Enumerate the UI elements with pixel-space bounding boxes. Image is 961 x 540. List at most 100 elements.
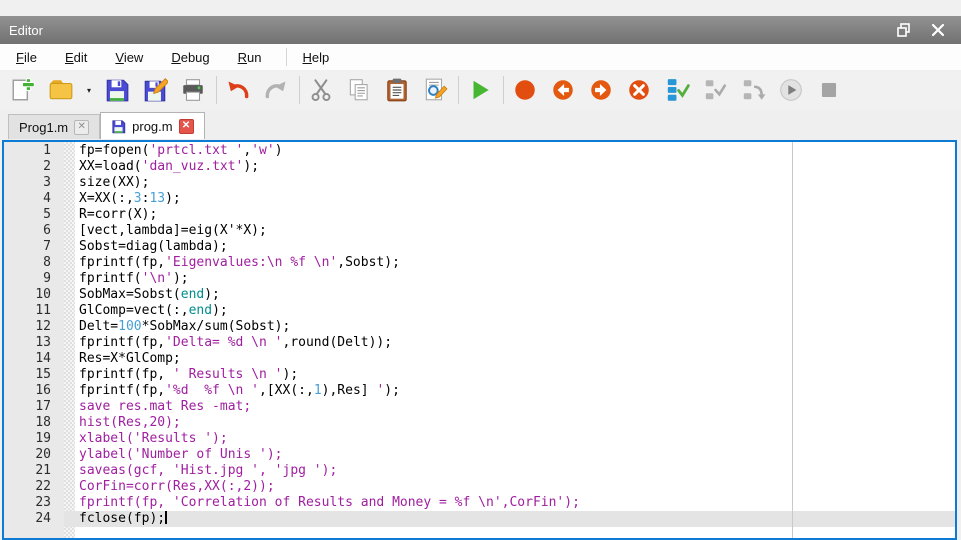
code-line[interactable]: 15fprintf(fp, ' Results \n '); [4,367,955,383]
fold-cell [64,399,75,415]
cut-button[interactable] [306,74,336,106]
line-number[interactable]: 20 [4,447,64,463]
line-number[interactable]: 11 [4,303,64,319]
code-line[interactable]: 17save res.mat Res -mat; [4,399,955,415]
line-number[interactable]: 12 [4,319,64,335]
menu-edit[interactable]: Edit [55,46,97,69]
fold-cell [64,319,75,335]
line-number[interactable]: 21 [4,463,64,479]
code-line[interactable]: 10SobMax=Sobst(end); [4,287,955,303]
forward-button[interactable] [586,74,616,106]
run-icon [467,77,493,103]
line-number[interactable]: 14 [4,351,64,367]
line-number[interactable]: 18 [4,415,64,431]
undo-button[interactable] [223,74,253,106]
line-number[interactable]: 23 [4,495,64,511]
code-rows[interactable]: 1fp=fopen('prtcl.txt ','w')2XX=load('dan… [4,143,955,527]
line-number[interactable]: 17 [4,399,64,415]
code-line[interactable]: 1fp=fopen('prtcl.txt ','w') [4,143,955,159]
find-replace-button[interactable] [420,74,450,106]
menu-view[interactable]: View [105,46,153,69]
code-line[interactable]: 12Delt=100*SobMax/sum(Sobst); [4,319,955,335]
menu-file[interactable]: File [6,46,47,69]
line-number[interactable]: 22 [4,479,64,495]
tab-label: prog.m [132,119,172,134]
print-button[interactable] [178,74,208,106]
line-number[interactable]: 16 [4,383,64,399]
breakpoint-button[interactable] [510,74,540,106]
copy-button[interactable] [344,74,374,106]
line-number[interactable]: 13 [4,335,64,351]
restore-window-button[interactable] [891,19,917,41]
menu-debug[interactable]: Debug [161,46,219,69]
menu-help[interactable]: Help [293,46,340,69]
stop-button[interactable] [814,74,844,106]
line-number[interactable]: 8 [4,255,64,271]
code-line[interactable]: 18hist(Res,20); [4,415,955,431]
tab-prog[interactable]: prog.m ✕ [100,112,204,139]
fold-cell [64,479,75,495]
clear-breakpoints-icon [626,77,652,103]
line-number[interactable]: 2 [4,159,64,175]
code-line[interactable]: 20ylabel('Number of Unis '); [4,447,955,463]
run-button[interactable] [465,74,495,106]
title-bar[interactable]: Editor [0,16,961,44]
restore-icon [895,22,913,38]
line-number[interactable]: 6 [4,223,64,239]
code-line[interactable]: 16fprintf(fp,'%d %f \n ',[XX(:,1),Res] '… [4,383,955,399]
new-file-button[interactable] [8,74,38,106]
step-icon [664,77,690,103]
code-line[interactable]: 14Res=X*GlComp; [4,351,955,367]
code-line[interactable]: 7Sobst=diag(lambda); [4,239,955,255]
line-number[interactable]: 1 [4,143,64,159]
open-dropdown-arrow-icon[interactable]: ▾ [84,74,94,106]
clear-breakpoints-button[interactable] [624,74,654,106]
code-line[interactable]: 19xlabel('Results '); [4,431,955,447]
line-number[interactable]: 7 [4,239,64,255]
code-editor[interactable]: 1fp=fopen('prtcl.txt ','w')2XX=load('dan… [2,140,957,540]
line-number[interactable]: 5 [4,207,64,223]
line-number[interactable]: 15 [4,367,64,383]
step-in-button[interactable] [700,74,730,106]
line-number[interactable]: 19 [4,431,64,447]
code-text: fprintf(fp,'Delta= %d \n ',round(Delt)); [75,335,955,351]
code-line[interactable]: 23fprintf(fp, 'Correlation of Results an… [4,495,955,511]
close-tab-icon[interactable]: ✕ [179,119,194,134]
menu-run[interactable]: Run [228,46,272,69]
step-button[interactable] [662,74,692,106]
tab-prog1[interactable]: Prog1.m ✕ [8,114,100,139]
code-line[interactable]: 11GlComp=vect(:,end); [4,303,955,319]
code-line[interactable]: 6[vect,lambda]=eig(X'*X); [4,223,955,239]
save-as-button[interactable] [140,74,170,106]
code-line[interactable]: 22CorFin=corr(Res,XX(:,2)); [4,479,955,495]
paste-button[interactable] [382,74,412,106]
step-out-button[interactable] [738,74,768,106]
resume-button[interactable] [776,74,806,106]
close-tab-icon[interactable]: ✕ [74,120,89,135]
code-line[interactable]: 9fprintf('\n'); [4,271,955,287]
cut-icon [308,77,334,103]
code-line[interactable]: 13 fprintf(fp,'Delta= %d \n ',round(Delt)… [4,335,955,351]
code-line[interactable]: 4X=XX(:,3:13); [4,191,955,207]
line-number[interactable]: 24 [4,511,64,527]
code-line[interactable]: 5 R=corr(X); [4,207,955,223]
window-title: Editor [0,23,891,38]
redo-button[interactable] [261,74,291,106]
line-number[interactable]: 4 [4,191,64,207]
close-window-button[interactable] [925,19,951,41]
tab-label: Prog1.m [19,120,68,135]
back-button[interactable] [548,74,578,106]
long-line-marker [792,142,793,538]
save-icon [104,77,130,103]
line-number[interactable]: 10 [4,287,64,303]
code-line[interactable]: 3size(XX); [4,175,955,191]
line-number[interactable]: 9 [4,271,64,287]
code-line[interactable]: 21saveas(gcf, 'Hist.jpg ', 'jpg '); [4,463,955,479]
save-button[interactable] [102,74,132,106]
code-text: R=corr(X); [75,207,955,223]
code-line[interactable]: 8fprintf(fp,'Eigenvalues:\n %f \n',Sobst… [4,255,955,271]
code-line[interactable]: 2XX=load('dan_vuz.txt'); [4,159,955,175]
line-number[interactable]: 3 [4,175,64,191]
open-file-button[interactable] [46,74,76,106]
code-line[interactable]: 24fclose(fp); [4,511,955,527]
